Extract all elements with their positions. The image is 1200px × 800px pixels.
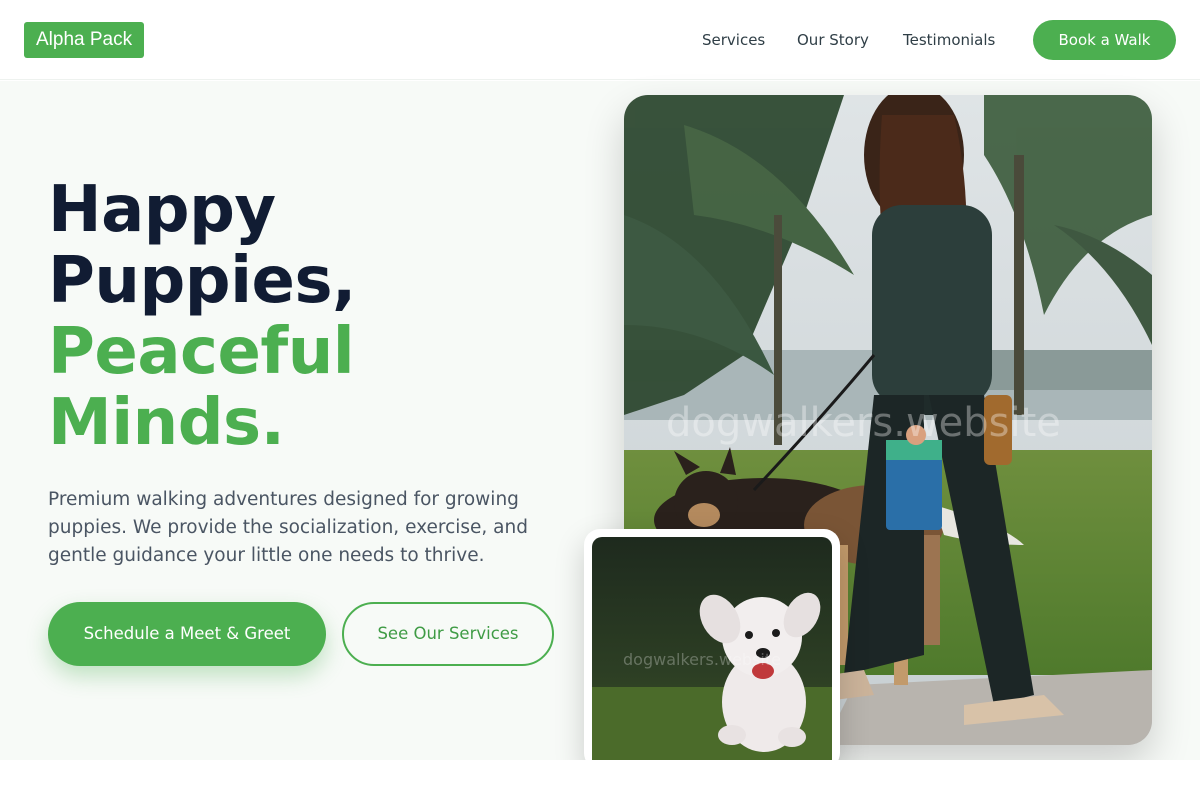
nav-link-services[interactable]: Services: [702, 29, 765, 51]
nav-link-our-story[interactable]: Our Story: [797, 29, 869, 51]
logo[interactable]: Alpha Pack: [24, 22, 145, 58]
headline-line-3: Peaceful: [48, 315, 355, 389]
hero-inset-photo: [584, 529, 840, 769]
schedule-meet-greet-button[interactable]: Schedule a Meet & Greet: [48, 602, 326, 666]
book-walk-button[interactable]: Book a Walk: [1033, 20, 1176, 60]
running-puppy-image: [592, 537, 832, 769]
nav-link-testimonials[interactable]: Testimonials: [903, 29, 995, 51]
below-hero-strip: [0, 760, 1200, 800]
hero-headline: Happy Puppies, Peaceful Minds.: [48, 175, 356, 459]
hero-description: Premium walking adventures designed for …: [48, 489, 528, 566]
site-header: Alpha Pack Services Our Story Testimonia…: [0, 0, 1200, 80]
headline-line-4: Minds.: [48, 386, 285, 460]
headline-line-1: Happy: [48, 173, 276, 247]
headline-line-2: Puppies,: [48, 244, 356, 318]
see-services-button[interactable]: See Our Services: [342, 602, 554, 666]
